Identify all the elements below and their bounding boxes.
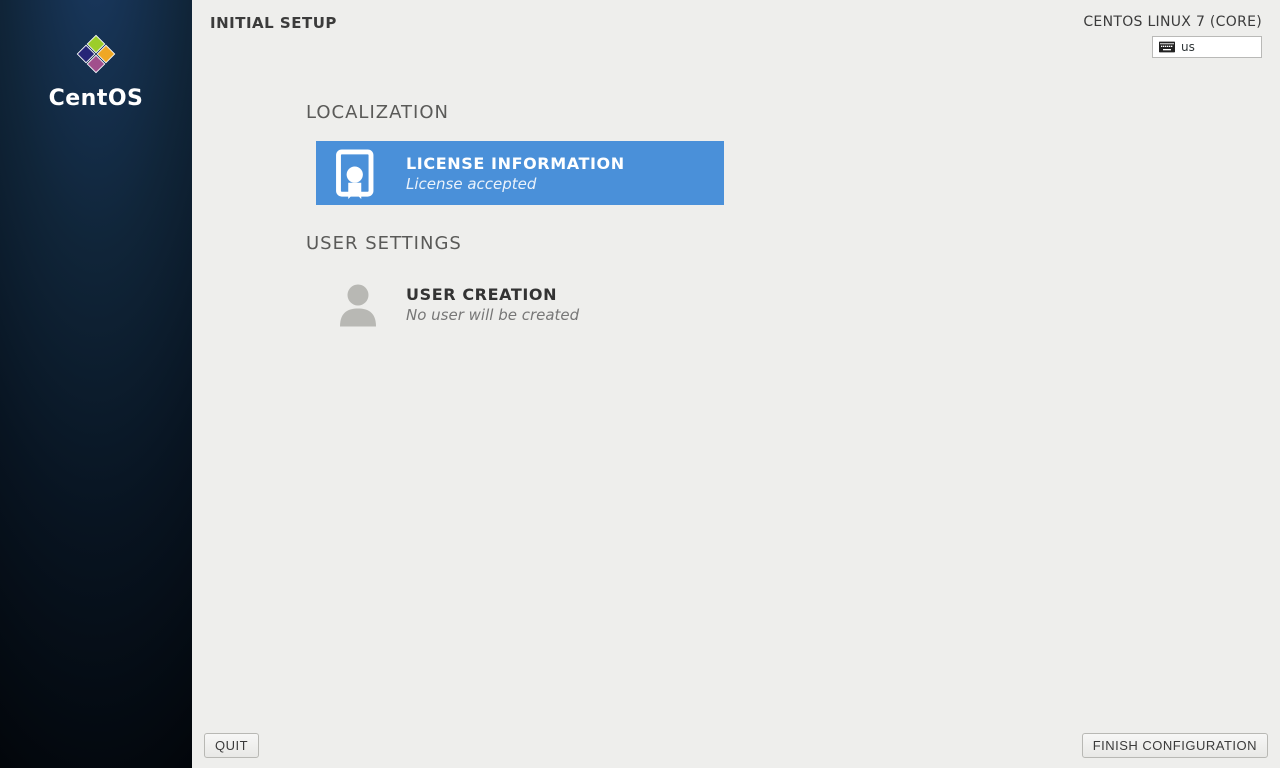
keyboard-layout-label: us [1181, 40, 1195, 54]
page-title: INITIAL SETUP [210, 14, 337, 32]
os-name: CENTOS LINUX 7 (CORE) [1083, 14, 1262, 30]
centos-logo: CentOS [49, 32, 144, 111]
centos-logo-icon [74, 32, 118, 76]
section-heading-localization: LOCALIZATION [306, 102, 1280, 123]
user-icon [330, 276, 386, 332]
sidebar: CentOS [0, 0, 192, 768]
keyboard-icon [1159, 41, 1175, 53]
quit-button[interactable]: QUIT [204, 733, 259, 758]
os-info: CENTOS LINUX 7 (CORE) [1083, 14, 1262, 58]
spoke-title: LICENSE INFORMATION [406, 154, 625, 173]
section-heading-user-settings: USER SETTINGS [306, 233, 1280, 254]
header: INITIAL SETUP CENTOS LINUX 7 (CORE) [192, 0, 1280, 58]
spoke-user-creation[interactable]: USER CREATION No user will be created [316, 272, 724, 336]
spoke-status: No user will be created [406, 306, 579, 324]
content: LOCALIZATION LICENSE INFORMATION License… [192, 58, 1280, 336]
spoke-license-information[interactable]: LICENSE INFORMATION License accepted [316, 141, 724, 205]
footer: QUIT FINISH CONFIGURATION [192, 723, 1280, 768]
spoke-title: USER CREATION [406, 285, 579, 304]
centos-logo-text: CentOS [49, 86, 144, 111]
spoke-status: License accepted [406, 175, 625, 193]
main-panel: INITIAL SETUP CENTOS LINUX 7 (CORE) [192, 0, 1280, 768]
keyboard-layout-button[interactable]: us [1152, 36, 1262, 58]
license-icon [330, 145, 386, 201]
finish-configuration-button[interactable]: FINISH CONFIGURATION [1082, 733, 1268, 758]
